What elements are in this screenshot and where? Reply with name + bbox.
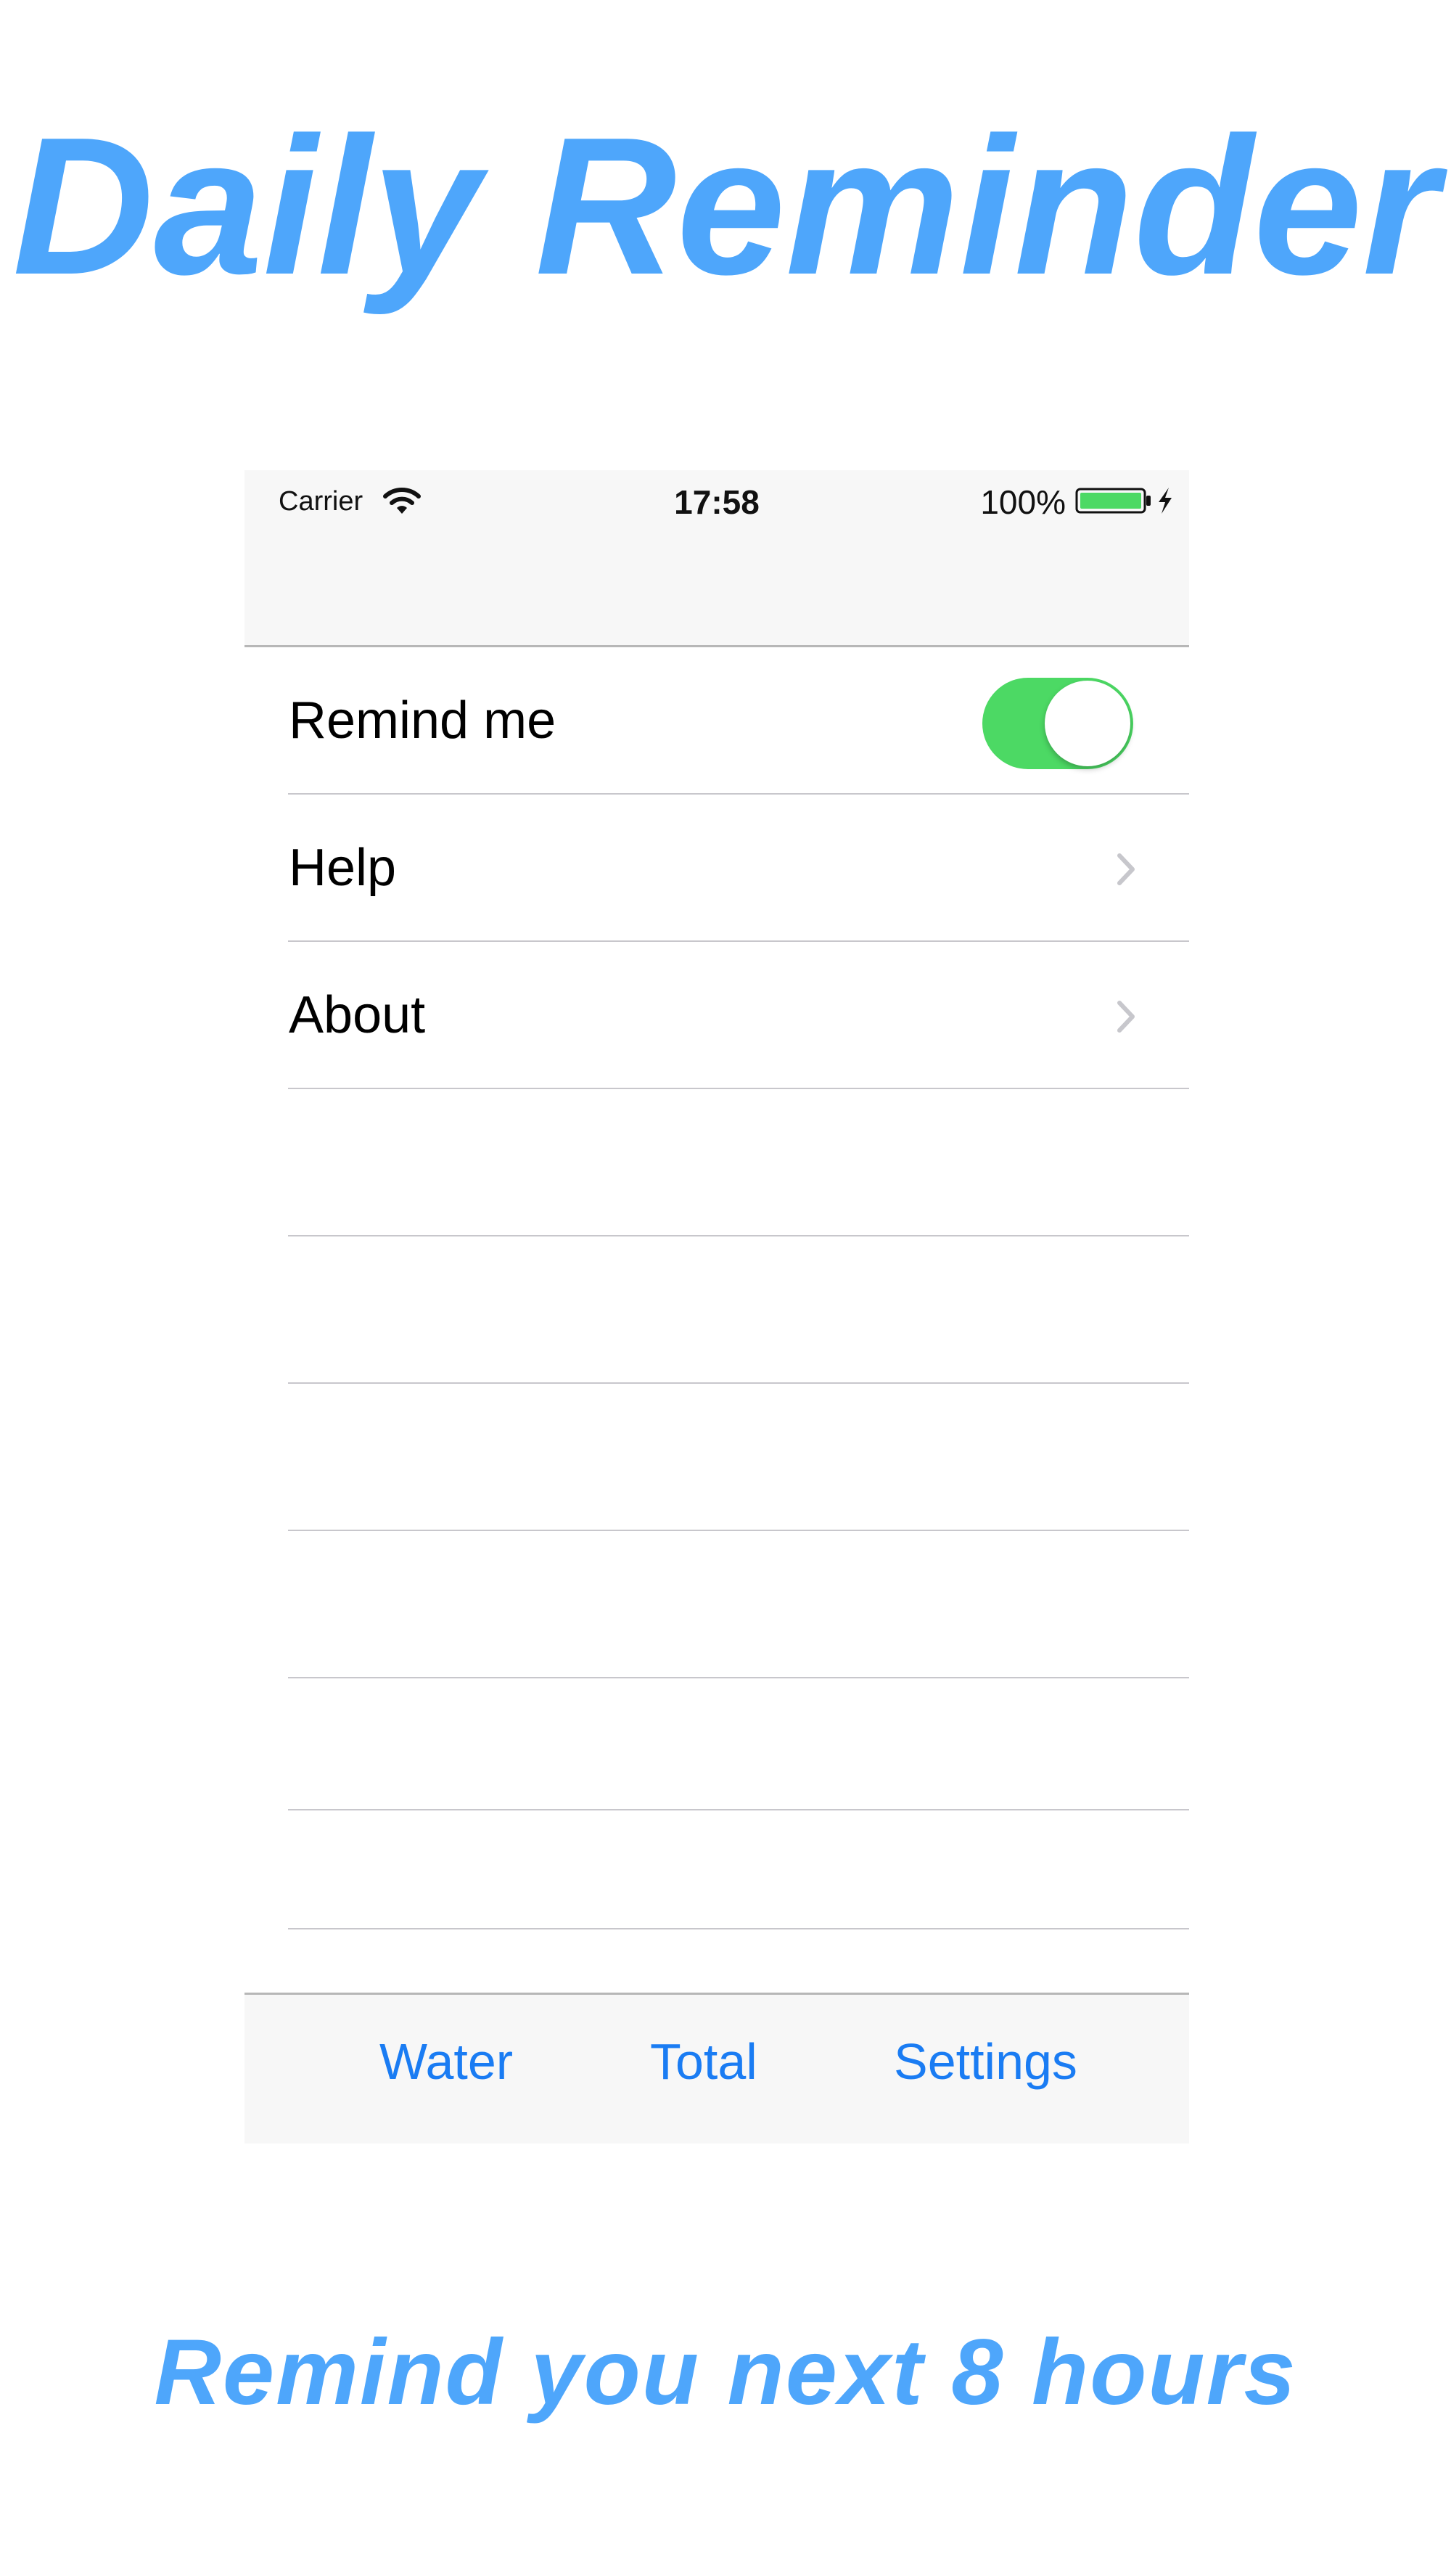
empty-row [244,1384,1189,1531]
phone-screen: Carrier 17:58 100% Remind me Help About … [244,470,1189,2144]
status-bar: Carrier 17:58 100% [244,470,1189,647]
about-label: About [289,986,426,1044]
toggle-knob [1045,681,1130,766]
tab-total[interactable]: Total [650,2025,757,2098]
empty-row [244,1531,1189,1678]
remind-me-label: Remind me [289,692,556,750]
list-item-about[interactable]: About [244,942,1189,1089]
list-item-remind-me: Remind me [244,647,1189,795]
tab-settings[interactable]: Settings [894,2025,1077,2098]
battery-percent: 100% [980,483,1066,521]
chevron-right-icon [1117,1001,1135,1033]
empty-row [244,1089,1189,1236]
charging-bolt-icon [1159,488,1172,514]
chevron-right-icon [1117,853,1135,885]
list-item-help[interactable]: Help [244,795,1189,942]
remind-me-toggle[interactable] [982,678,1133,769]
promo-title: Daily Reminder [12,97,1439,316]
tab-bar: Water Total Settings [244,1993,1189,2144]
help-label: Help [289,839,397,897]
promo-subtitle: Remind you next 8 hours [154,2321,1297,2424]
empty-row [244,1236,1189,1384]
battery-icon [1075,488,1151,514]
empty-row [244,1810,1189,1929]
tab-water[interactable]: Water [379,2025,513,2098]
empty-row [244,1678,1189,1810]
row-separator [288,1928,1189,1929]
settings-table: Remind me Help About [244,647,1189,1929]
